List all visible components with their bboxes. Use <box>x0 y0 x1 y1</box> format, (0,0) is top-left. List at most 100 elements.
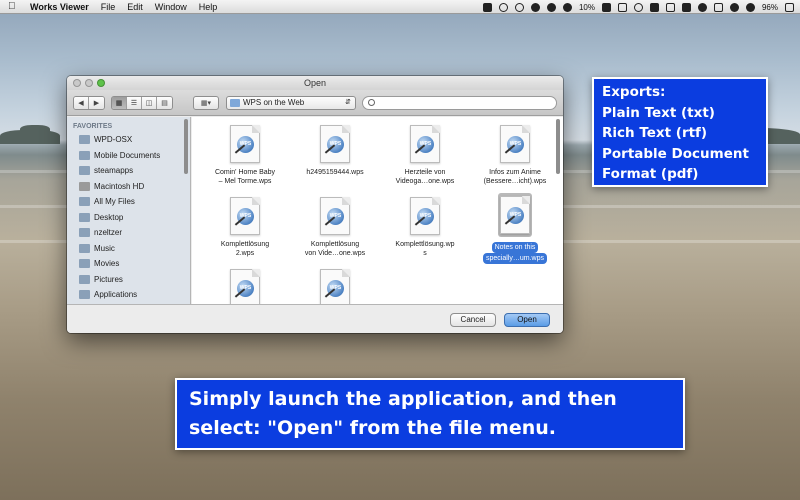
sidebar-item-wpd-osx[interactable]: WPD-OSX <box>79 132 132 146</box>
file-item[interactable]: WPS Komplettlösung 2.wps <box>200 197 290 258</box>
time-machine-icon[interactable] <box>697 2 707 12</box>
file-item[interactable]: WPS Herzteile von Videoga…one.wps <box>380 125 470 186</box>
menu-edit[interactable]: Edit <box>127 2 143 12</box>
chevron-updown-icon: ⇵ <box>345 99 351 106</box>
file-name: Comin' Home Baby – Mel Torme.wps <box>214 169 276 185</box>
sidebar: FAVORITES WPD-OSX Mobile Documents steam… <box>67 117 191 304</box>
file-item[interactable]: WPS <box>290 269 380 304</box>
battery-icon[interactable] <box>785 2 794 12</box>
menu-file[interactable]: File <box>101 2 116 12</box>
file-browser-scrollbar[interactable] <box>556 119 560 174</box>
sidebar-item-label: Macintosh HD <box>94 181 145 191</box>
file-item-selected[interactable]: WPS Notes on this specially…um.wps <box>470 193 560 264</box>
file-item[interactable]: WPS Infos zum Anime (Bessere…icht).wps <box>470 125 560 186</box>
sidebar-item-movies[interactable]: Movies <box>79 256 119 270</box>
back-forward-control: ◀ ▶ <box>73 96 105 110</box>
wps-document-icon: WPS <box>320 125 350 163</box>
icon-view-button[interactable]: ▦ <box>112 97 127 109</box>
sidebar-item-desktop[interactable]: Desktop <box>79 210 123 224</box>
back-button[interactable]: ◀ <box>74 97 89 109</box>
location-popup[interactable]: WPS on the Web ⇵ <box>226 96 356 110</box>
volume-icon[interactable] <box>745 2 755 12</box>
sidebar-item-label: Music <box>94 243 115 253</box>
cpu-status[interactable]: 10% <box>579 3 595 12</box>
sidebar-item-mobile-documents[interactable]: Mobile Documents <box>79 148 160 162</box>
sidebar-item-label: Pictures <box>94 274 123 284</box>
file-name: Komplettlösung.wp s <box>395 241 455 257</box>
view-mode-control: ▦ ☰ ◫ ▤ <box>111 96 173 110</box>
wifi-icon[interactable] <box>729 2 739 12</box>
coverflow-view-button[interactable]: ▤ <box>157 97 172 109</box>
bluetooth-icon[interactable] <box>713 2 723 12</box>
selection-highlight: WPS <box>498 193 532 237</box>
minimize-button[interactable] <box>85 79 93 87</box>
folder-icon <box>79 150 90 160</box>
file-item[interactable]: WPS Komplettlösung.wp s <box>380 197 470 258</box>
sidebar-item-music[interactable]: Music <box>79 241 115 255</box>
menu-help[interactable]: Help <box>199 2 218 12</box>
instruction-line: Simply launch the application, and then <box>189 388 617 410</box>
cancel-button[interactable]: Cancel <box>450 313 496 327</box>
dialog-title: Open <box>303 78 327 88</box>
sliders-icon[interactable] <box>601 2 611 12</box>
sidebar-item-pictures[interactable]: Pictures <box>79 272 123 286</box>
app-menu[interactable]: Works Viewer <box>30 2 89 12</box>
file-item[interactable]: WPS Comin' Home Baby – Mel Torme.wps <box>200 125 290 186</box>
file-item[interactable]: WPS <box>200 269 290 304</box>
paw-icon[interactable] <box>530 2 540 12</box>
sidebar-item-macintosh-hd[interactable]: Macintosh HD <box>79 179 144 193</box>
sidebar-item-steamapps[interactable]: steamapps <box>79 163 133 177</box>
close-button[interactable] <box>73 79 81 87</box>
info-icon[interactable] <box>498 2 508 12</box>
location-label: WPS on the Web <box>243 98 305 107</box>
sidebar-item-applications[interactable]: Applications <box>79 287 137 301</box>
dialog-footer: Cancel Open <box>67 304 563 333</box>
dialog-titlebar[interactable]: Open <box>67 76 563 90</box>
apple-menu-icon[interactable]:  <box>8 1 20 12</box>
sidebar-scrollbar[interactable] <box>184 119 188 174</box>
wps-document-icon: WPS <box>500 196 530 234</box>
wps-document-icon: WPS <box>230 125 260 163</box>
column-view-button[interactable]: ◫ <box>142 97 157 109</box>
list-view-button[interactable]: ☰ <box>127 97 142 109</box>
clock-icon[interactable] <box>546 2 556 12</box>
battery-percent[interactable]: 96% <box>762 3 778 12</box>
lightning-icon[interactable] <box>681 2 691 12</box>
sidebar-item-all-my-files[interactable]: All My Files <box>79 194 135 208</box>
wps-document-icon: WPS <box>410 197 440 235</box>
open-button[interactable]: Open <box>504 313 550 327</box>
sidebar-item-label: All My Files <box>94 196 135 206</box>
file-name: Notes on this specially…um.wps <box>470 242 560 264</box>
file-item[interactable]: WPS Komplettlösung von Vide…one.wps <box>290 197 380 258</box>
applications-icon <box>79 289 90 299</box>
menu-window[interactable]: Window <box>155 2 187 12</box>
status-app-icon[interactable] <box>482 2 492 12</box>
movies-icon <box>79 258 90 268</box>
exports-callout: Exports: Plain Text (txt) Rich Text (rtf… <box>592 77 768 187</box>
usb-icon[interactable] <box>649 2 659 12</box>
sidebar-item-label: nzeltzer <box>94 227 123 237</box>
sidebar-item-label: Mobile Documents <box>94 150 161 160</box>
file-item[interactable]: WPS h2495159444.wps <box>290 125 380 177</box>
export-format: Format (pdf) <box>602 166 699 182</box>
alert-icon[interactable] <box>633 2 643 12</box>
sidebar-item-label: steamapps <box>94 165 134 175</box>
forward-button[interactable]: ▶ <box>89 97 104 109</box>
music-icon <box>79 243 90 253</box>
search-input[interactable] <box>362 96 557 110</box>
menu-bar:  Works Viewer File Edit Window Help 10%… <box>0 0 800 14</box>
home-icon <box>79 227 90 237</box>
zoom-button[interactable] <box>97 79 105 87</box>
wps-document-icon: WPS <box>230 197 260 235</box>
sidebar-item-nzeltzer[interactable]: nzeltzer <box>79 225 122 239</box>
timer-icon[interactable] <box>514 2 524 12</box>
airplay-icon[interactable] <box>665 2 675 12</box>
file-browser: WPS Comin' Home Baby – Mel Torme.wps WPS … <box>192 117 563 304</box>
export-format: Plain Text (txt) <box>602 104 715 121</box>
calendar-icon[interactable] <box>617 2 627 12</box>
dialog-toolbar: ◀ ▶ ▦ ☰ ◫ ▤ ▦▾ WPS on the Web ⇵ <box>67 90 563 116</box>
camera-icon <box>79 274 90 284</box>
open-dialog: Open ◀ ▶ ▦ ☰ ◫ ▤ ▦▾ WPS on the Web ⇵ FAV… <box>67 76 563 333</box>
arrange-button[interactable]: ▦▾ <box>193 96 219 110</box>
moon-icon[interactable] <box>562 2 572 12</box>
